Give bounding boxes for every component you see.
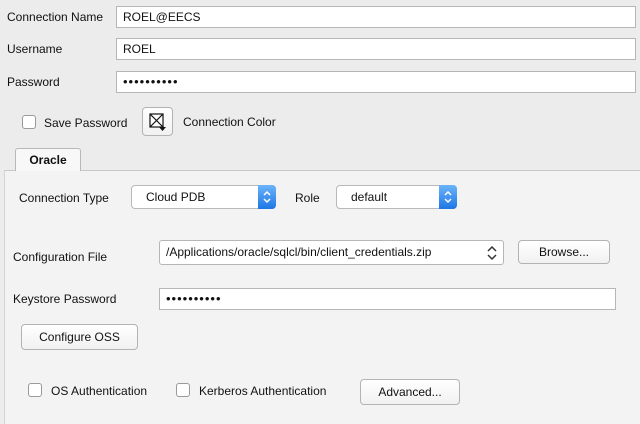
os-authentication-label: OS Authentication [51, 384, 148, 398]
configuration-file-label: Configuration File [13, 250, 108, 264]
connection-color-button[interactable] [142, 107, 173, 136]
connection-name-label: Connection Name [7, 10, 104, 24]
configuration-file-input[interactable]: /Applications/oracle/sqlcl/bin/client_cr… [159, 240, 504, 265]
connection-type-select[interactable]: Cloud PDB [131, 185, 276, 209]
connection-type-value: Cloud PDB [146, 190, 206, 204]
password-input[interactable]: •••••••••• [116, 71, 636, 93]
username-input[interactable]: ROEL [116, 38, 636, 60]
browse-button[interactable]: Browse... [518, 240, 610, 264]
save-password-label: Save Password [44, 116, 128, 130]
keystore-password-label: Keystore Password [13, 292, 117, 306]
tab-oracle[interactable]: Oracle [15, 148, 81, 171]
connection-type-label: Connection Type [19, 191, 109, 205]
kerberos-authentication-label: Kerberos Authentication [199, 384, 327, 398]
save-password-checkbox[interactable] [22, 115, 36, 129]
config-file-stepper-icon[interactable] [486, 245, 498, 264]
os-authentication-checkbox[interactable] [28, 383, 42, 397]
role-value: default [351, 190, 388, 204]
username-label: Username [7, 42, 63, 56]
password-label: Password [7, 75, 60, 89]
select-arrows-icon [439, 185, 457, 209]
advanced-button[interactable]: Advanced... [360, 379, 460, 405]
connection-name-input[interactable]: ROEL@EECS [116, 6, 636, 28]
kerberos-authentication-checkbox[interactable] [176, 383, 190, 397]
role-select[interactable]: default [336, 185, 457, 209]
keystore-password-input[interactable]: •••••••••• [159, 288, 616, 310]
select-arrows-icon [258, 185, 276, 209]
connection-color-label: Connection Color [183, 115, 276, 129]
role-label: Role [295, 191, 320, 205]
color-picker-icon [149, 113, 166, 131]
configure-oss-button[interactable]: Configure OSS [21, 324, 138, 350]
